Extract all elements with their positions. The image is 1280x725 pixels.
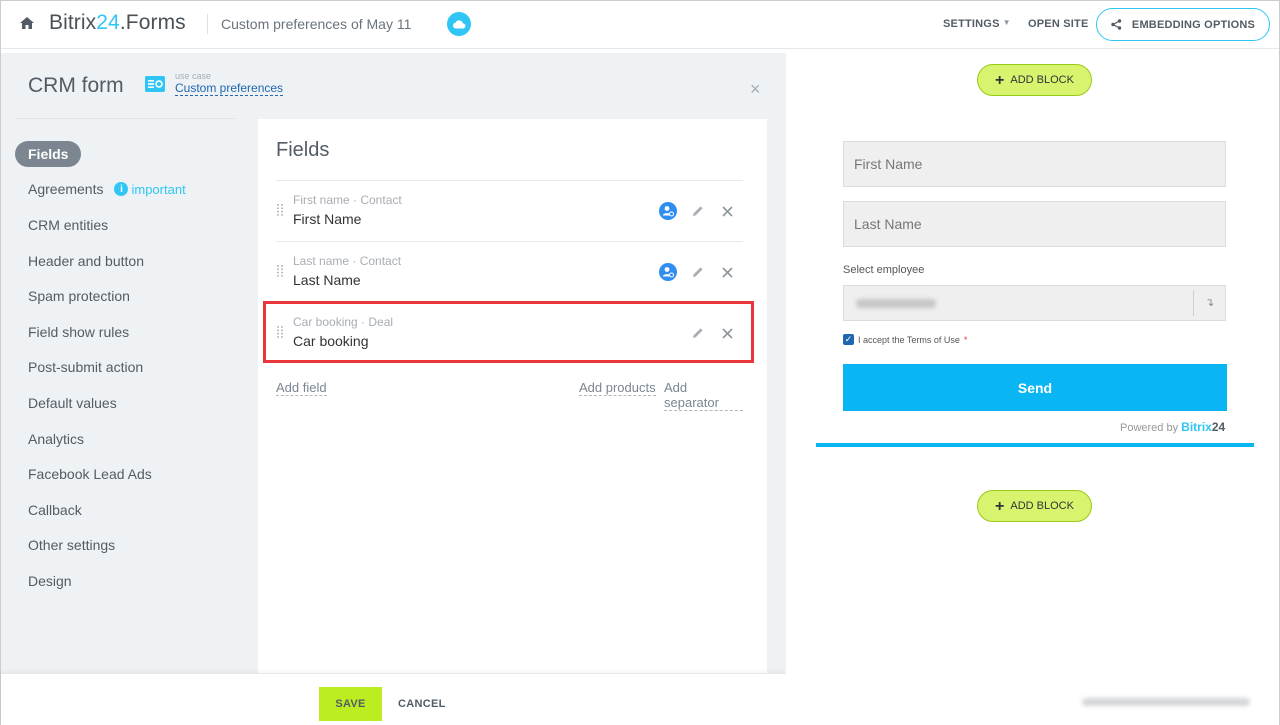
- nav-item-analytics[interactable]: Analytics: [15, 421, 245, 457]
- save-button[interactable]: SAVE: [319, 687, 382, 721]
- field-row[interactable]: Last name · Contact Last Name: [276, 241, 743, 302]
- field-meta: First name · Contact: [293, 193, 402, 207]
- highlight-annotation: [263, 301, 754, 363]
- nav-item-facebook-lead-ads[interactable]: Facebook Lead Ads: [15, 456, 245, 492]
- field-name: Last Name: [293, 272, 361, 288]
- field-meta: Last name · Contact: [293, 254, 402, 268]
- nav-item-default-values[interactable]: Default values: [15, 385, 245, 421]
- add-products-link[interactable]: Add products: [579, 380, 656, 396]
- title-divider: [207, 14, 208, 34]
- cloud-icon[interactable]: [447, 12, 471, 36]
- use-case-label: use case: [175, 71, 212, 81]
- plus-icon: +: [995, 497, 1005, 515]
- panel-title: CRM form: [28, 74, 124, 97]
- blurred-value: [856, 299, 936, 308]
- fields-heading: Fields: [276, 139, 330, 161]
- field-name: First Name: [293, 211, 362, 227]
- plus-icon: +: [995, 71, 1005, 89]
- cancel-button[interactable]: CANCEL: [398, 698, 446, 710]
- nav-item-post-submit-action[interactable]: Post-submit action: [15, 350, 245, 386]
- close-icon[interactable]: ×: [750, 80, 761, 98]
- nav-item-other-settings[interactable]: Other settings: [15, 528, 245, 564]
- home-icon[interactable]: [19, 16, 35, 30]
- edit-icon[interactable]: [689, 263, 707, 281]
- chevron-down-icon: ▼: [1002, 18, 1011, 27]
- select-employee-dropdown[interactable]: ↴: [843, 285, 1226, 321]
- preview-divider: [816, 443, 1254, 447]
- nav-item-fields[interactable]: Fields: [15, 136, 245, 172]
- last-name-input[interactable]: Last Name: [843, 201, 1226, 247]
- edit-icon[interactable]: [689, 202, 707, 220]
- dropdown-arrow-icon: ↴: [1205, 297, 1215, 309]
- settings-menu[interactable]: SETTINGS ▼: [943, 18, 1011, 30]
- open-site-link[interactable]: OPEN SITE: [1028, 18, 1088, 30]
- form-settings-panel: CRM form use case Custom preferences × F…: [1, 53, 786, 673]
- add-separator-link[interactable]: Add separator: [664, 380, 743, 411]
- fields-card: Fields First name · Contact First Name L…: [258, 119, 767, 673]
- blurred-footer-text: [1082, 698, 1250, 706]
- send-button[interactable]: Send: [843, 364, 1227, 411]
- use-case-icon: [145, 76, 165, 92]
- important-badge[interactable]: i important: [114, 182, 186, 197]
- terms-agreement[interactable]: ✓ I accept the Terms of Use *: [843, 334, 967, 345]
- add-block-button[interactable]: + ADD BLOCK: [977, 490, 1092, 522]
- nav-item-design[interactable]: Design: [15, 563, 245, 599]
- field-row[interactable]: First name · Contact First Name: [276, 180, 743, 241]
- app-logo[interactable]: Bitrix24.Forms: [49, 11, 186, 35]
- form-preview: + ADD BLOCK First Name Last Name Select e…: [786, 53, 1279, 725]
- settings-nav: Fields Agreements i important CRM entitie…: [15, 136, 245, 599]
- contact-icon[interactable]: [659, 263, 677, 281]
- nav-divider: [15, 118, 235, 119]
- nav-item-agreements[interactable]: Agreements i important: [15, 172, 245, 208]
- share-icon: [1111, 19, 1122, 30]
- info-icon: i: [114, 182, 129, 197]
- nav-item-header-and-button[interactable]: Header and button: [15, 243, 245, 279]
- embedding-options-button[interactable]: EMBEDDING OPTIONS: [1096, 8, 1270, 41]
- remove-icon[interactable]: [718, 263, 736, 281]
- drag-handle-icon[interactable]: [276, 264, 284, 278]
- contact-icon[interactable]: [659, 202, 677, 220]
- nav-item-field-show-rules[interactable]: Field show rules: [15, 314, 245, 350]
- drag-handle-icon[interactable]: [276, 203, 284, 217]
- nav-item-crm-entities[interactable]: CRM entities: [15, 207, 245, 243]
- first-name-input[interactable]: First Name: [843, 141, 1226, 187]
- use-case-link[interactable]: Custom preferences: [175, 82, 284, 96]
- remove-icon[interactable]: [718, 202, 736, 220]
- page-title: Custom preferences of May 11: [221, 16, 412, 32]
- footer-bar: SAVE CANCEL: [1, 673, 786, 725]
- add-block-button[interactable]: + ADD BLOCK: [977, 64, 1092, 96]
- powered-by: Powered by Bitrix24: [1120, 420, 1226, 434]
- add-field-link[interactable]: Add field: [276, 380, 327, 396]
- terms-checkbox[interactable]: ✓: [843, 334, 854, 345]
- nav-item-spam-protection[interactable]: Spam protection: [15, 278, 245, 314]
- top-bar: Bitrix24.Forms Custom preferences of May…: [1, 1, 1279, 49]
- select-employee-label: Select employee: [843, 264, 925, 276]
- nav-item-callback[interactable]: Callback: [15, 492, 245, 528]
- select-divider: [1193, 290, 1194, 316]
